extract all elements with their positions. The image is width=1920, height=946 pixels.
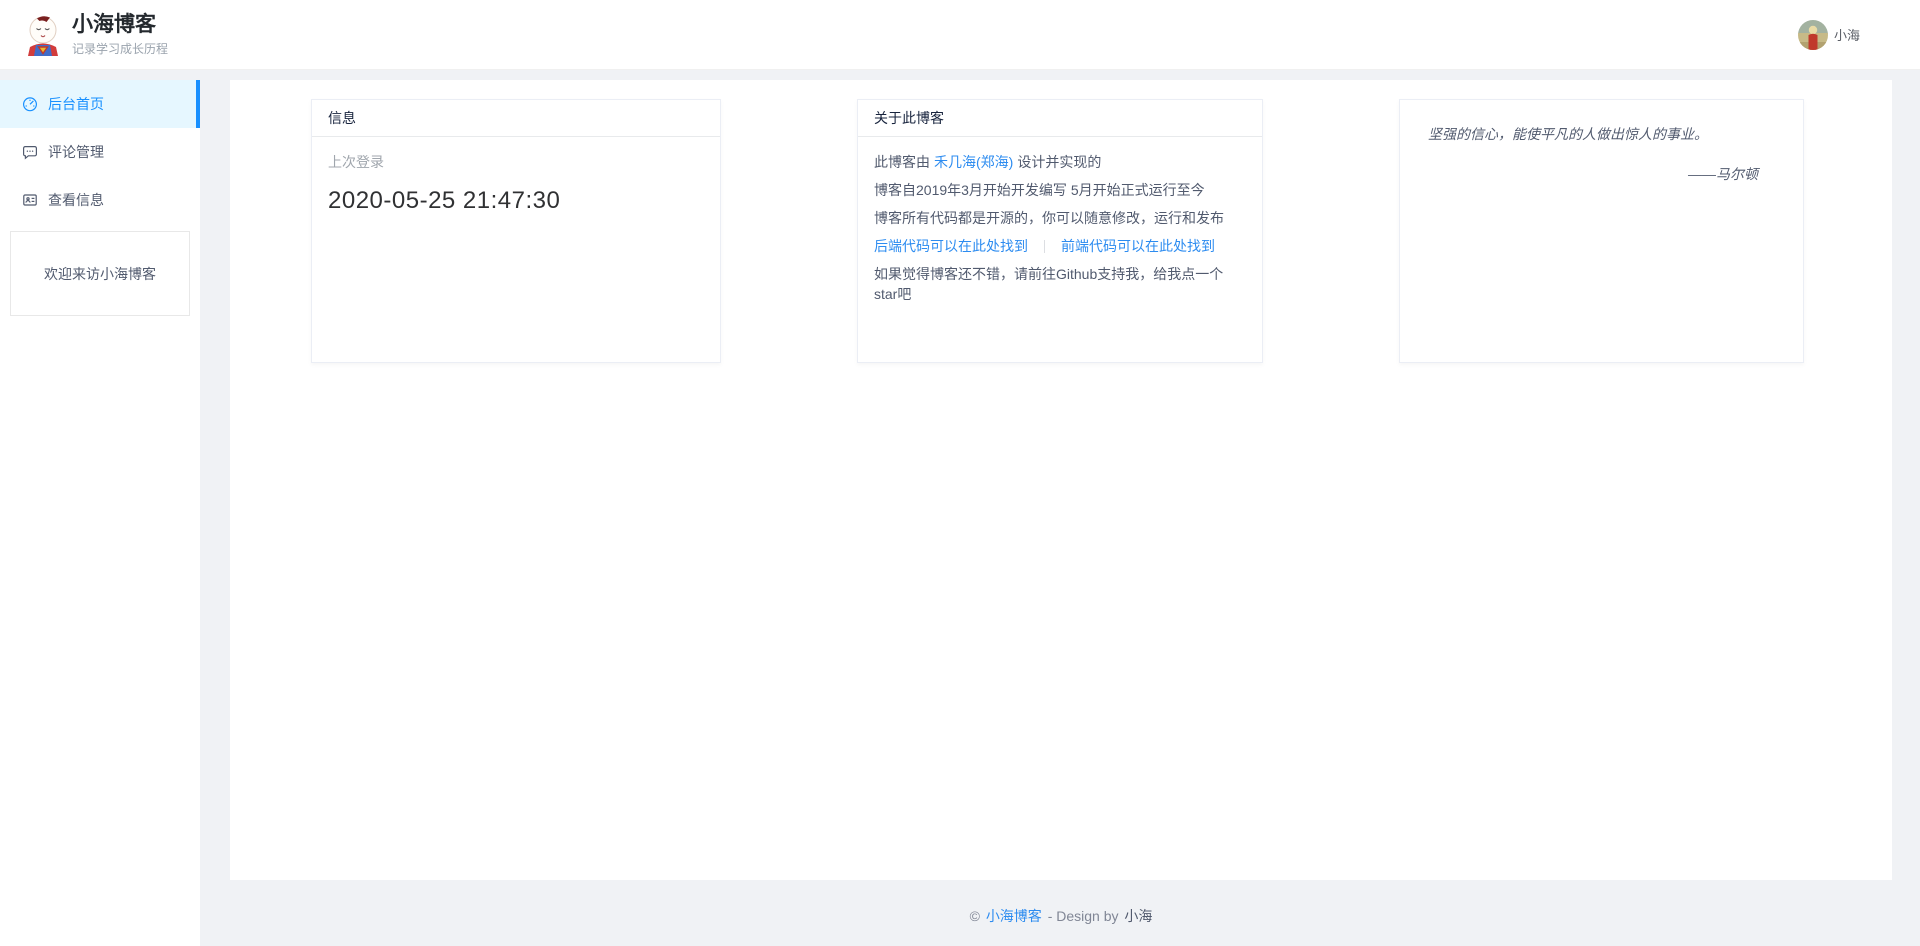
sidebar-item-info[interactable]: 查看信息 (0, 176, 200, 224)
avatar-image (1798, 20, 1828, 50)
quote-text: 坚强的信心，能使平凡的人做出惊人的事业。 (1428, 124, 1758, 144)
info-card-body: 上次登录 2020-05-25 21:47:30 (312, 137, 720, 222)
about-line-author-prefix: 此博客由 (874, 154, 930, 170)
author-link[interactable]: 禾几海(郑海) (934, 154, 1013, 170)
main-column: 信息 上次登录 2020-05-25 21:47:30 关于此博客 此博客由禾几… (230, 80, 1892, 946)
header-user-area[interactable]: 小海 (1798, 20, 1860, 50)
quote-card-body: 坚强的信心，能使平凡的人做出惊人的事业。 ——马尔顿 (1400, 100, 1803, 184)
footer-separator: - Design by (1048, 908, 1119, 924)
idcard-icon (22, 192, 38, 208)
about-line-links: 后端代码可以在此处找到 前端代码可以在此处找到 (874, 236, 1246, 256)
copyright-symbol: © (970, 908, 980, 924)
sidebar-item-label: 评论管理 (48, 142, 104, 162)
user-avatar[interactable] (1798, 20, 1828, 50)
main-layout: 后台首页 评论管理 (0, 80, 1920, 946)
quote-author: ——马尔顿 (1428, 164, 1758, 184)
about-line-author-suffix: 设计并实现的 (1017, 154, 1101, 170)
cards-row: 信息 上次登录 2020-05-25 21:47:30 关于此博客 此博客由禾几… (311, 99, 1804, 363)
site-title: 小海博客 (72, 13, 168, 37)
page-footer: © 小海博客 - Design by 小海 (230, 906, 1892, 926)
sidebar-item-comments[interactable]: 评论管理 (0, 128, 200, 176)
site-subtitle: 记录学习成长历程 (72, 40, 168, 57)
footer-designer: 小海 (1124, 908, 1152, 924)
sidebar-item-label: 查看信息 (48, 190, 104, 210)
backend-code-link[interactable]: 后端代码可以在此处找到 (874, 238, 1028, 254)
welcome-text: 欢迎来访小海博客 (44, 264, 156, 284)
sidebar: 后台首页 评论管理 (0, 80, 200, 946)
info-card-title: 信息 (312, 100, 720, 137)
sidebar-item-label: 后台首页 (48, 94, 104, 114)
last-login-value: 2020-05-25 21:47:30 (328, 187, 704, 215)
footer-site-link[interactable]: 小海博客 (986, 908, 1042, 924)
about-line-author: 此博客由禾几海(郑海)设计并实现的 (874, 152, 1246, 172)
about-card: 关于此博客 此博客由禾几海(郑海)设计并实现的 博客自2019年3月开始开发编写… (857, 99, 1263, 363)
link-divider (1044, 240, 1045, 253)
comment-icon (22, 144, 38, 160)
quote-card: 坚强的信心，能使平凡的人做出惊人的事业。 ——马尔顿 (1399, 99, 1804, 363)
frontend-code-link[interactable]: 前端代码可以在此处找到 (1061, 238, 1215, 254)
about-card-body: 此博客由禾几海(郑海)设计并实现的 博客自2019年3月开始开发编写 5月开始正… (858, 137, 1262, 319)
about-card-title: 关于此博客 (858, 100, 1262, 137)
dashboard-icon (22, 96, 38, 112)
brand-block: 小海博客 记录学习成长历程 (72, 13, 168, 57)
content-area: 信息 上次登录 2020-05-25 21:47:30 关于此博客 此博客由禾几… (230, 80, 1892, 880)
last-login-label: 上次登录 (328, 152, 704, 172)
about-line-opensource: 博客所有代码都是开源的，你可以随意修改，运行和发布 (874, 208, 1246, 228)
about-line-history: 博客自2019年3月开始开发编写 5月开始正式运行至今 (874, 180, 1246, 200)
welcome-box: 欢迎来访小海博客 (10, 231, 190, 316)
username-label[interactable]: 小海 (1834, 25, 1860, 44)
about-line-star: 如果觉得博客还不错，请前往Github支持我，给我点一个star吧 (874, 264, 1246, 304)
app-header: 小海博客 记录学习成长历程 小海 (0, 0, 1920, 70)
info-card: 信息 上次登录 2020-05-25 21:47:30 (311, 99, 721, 363)
sidebar-item-dashboard[interactable]: 后台首页 (0, 80, 200, 128)
blog-logo-icon (24, 14, 62, 56)
